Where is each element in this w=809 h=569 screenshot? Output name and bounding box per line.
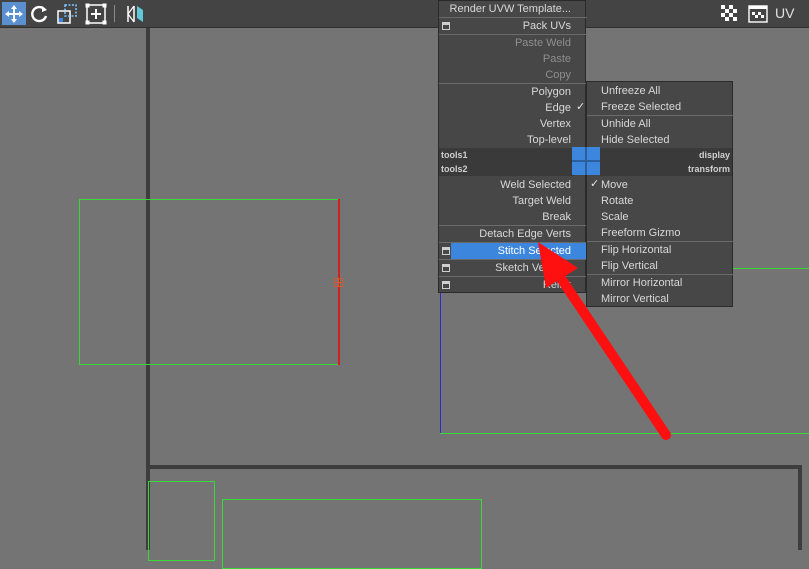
- annotation-arrow: [538, 242, 671, 440]
